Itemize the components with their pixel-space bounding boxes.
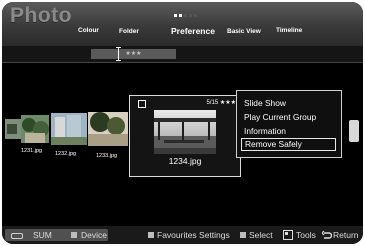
select-icon (240, 232, 246, 238)
thumbnail-caption: 1233.jpg (96, 153, 118, 159)
thumbnail[interactable] (51, 113, 87, 145)
tab-colour[interactable]: Colour (78, 27, 99, 34)
tab-folder[interactable]: Folder (119, 28, 139, 35)
device-icon (71, 232, 77, 238)
select-button[interactable]: Select (249, 230, 273, 240)
device-label: Device (81, 230, 107, 240)
photo-image (51, 113, 87, 145)
photo-image (5, 119, 21, 139)
tools-button[interactable]: Tools (296, 230, 316, 240)
favourites-icon (148, 232, 154, 238)
photo-count: 5/15 ★★★ (206, 100, 236, 106)
device-selector[interactable]: SUM Device (5, 229, 108, 241)
photo-browser-screen: Photo Colour Folder Preference Basic Vie… (2, 2, 363, 244)
thumbnail[interactable] (88, 112, 128, 146)
tab-timeline[interactable]: Timeline (276, 27, 302, 34)
sum-label: SUM (33, 230, 52, 240)
select-checkbox[interactable] (138, 100, 146, 108)
filter-bar: ★★★ (2, 46, 363, 63)
filter-selection[interactable]: ★★★ (91, 49, 176, 59)
tab-preference[interactable]: Preference (171, 26, 215, 36)
page-dots (174, 14, 197, 18)
tv-remote-icon (11, 233, 23, 239)
return-arrow-icon (322, 230, 332, 239)
photo-image (88, 112, 128, 146)
thumbnail[interactable] (5, 119, 21, 139)
tab-basic-view[interactable]: Basic View (227, 28, 261, 35)
tools-menu: Slide Show Play Current Group Informatio… (236, 90, 342, 158)
scroll-right-handle[interactable] (349, 120, 359, 142)
focused-thumbnail[interactable]: 5/15 ★★★ 1234.jpg (129, 95, 241, 177)
photo-image (21, 115, 49, 143)
menu-item-play-current-group[interactable]: Play Current Group (244, 112, 316, 122)
menu-item-remove-safely[interactable]: Remove Safely (241, 138, 336, 151)
thumbnail-caption: 1231.jpg (21, 148, 43, 154)
filter-cursor (116, 47, 121, 61)
favourites-settings-button[interactable]: Favourites Settings (157, 230, 230, 240)
thumbnail[interactable] (21, 115, 49, 143)
app-logo: Photo (10, 4, 72, 27)
photo-image (154, 110, 216, 154)
return-button[interactable]: Return (333, 230, 359, 240)
thumbnail-caption: 1232.jpg (55, 151, 77, 157)
focused-filename: 1234.jpg (168, 156, 202, 166)
menu-item-slide-show[interactable]: Slide Show (244, 98, 286, 108)
footer-bar: SUM Device Favourites Settings Select To… (2, 226, 363, 244)
menu-item-information[interactable]: Information (244, 126, 286, 136)
tools-icon (283, 230, 293, 240)
header-bar: Photo Colour Folder Preference Basic Vie… (2, 2, 363, 46)
